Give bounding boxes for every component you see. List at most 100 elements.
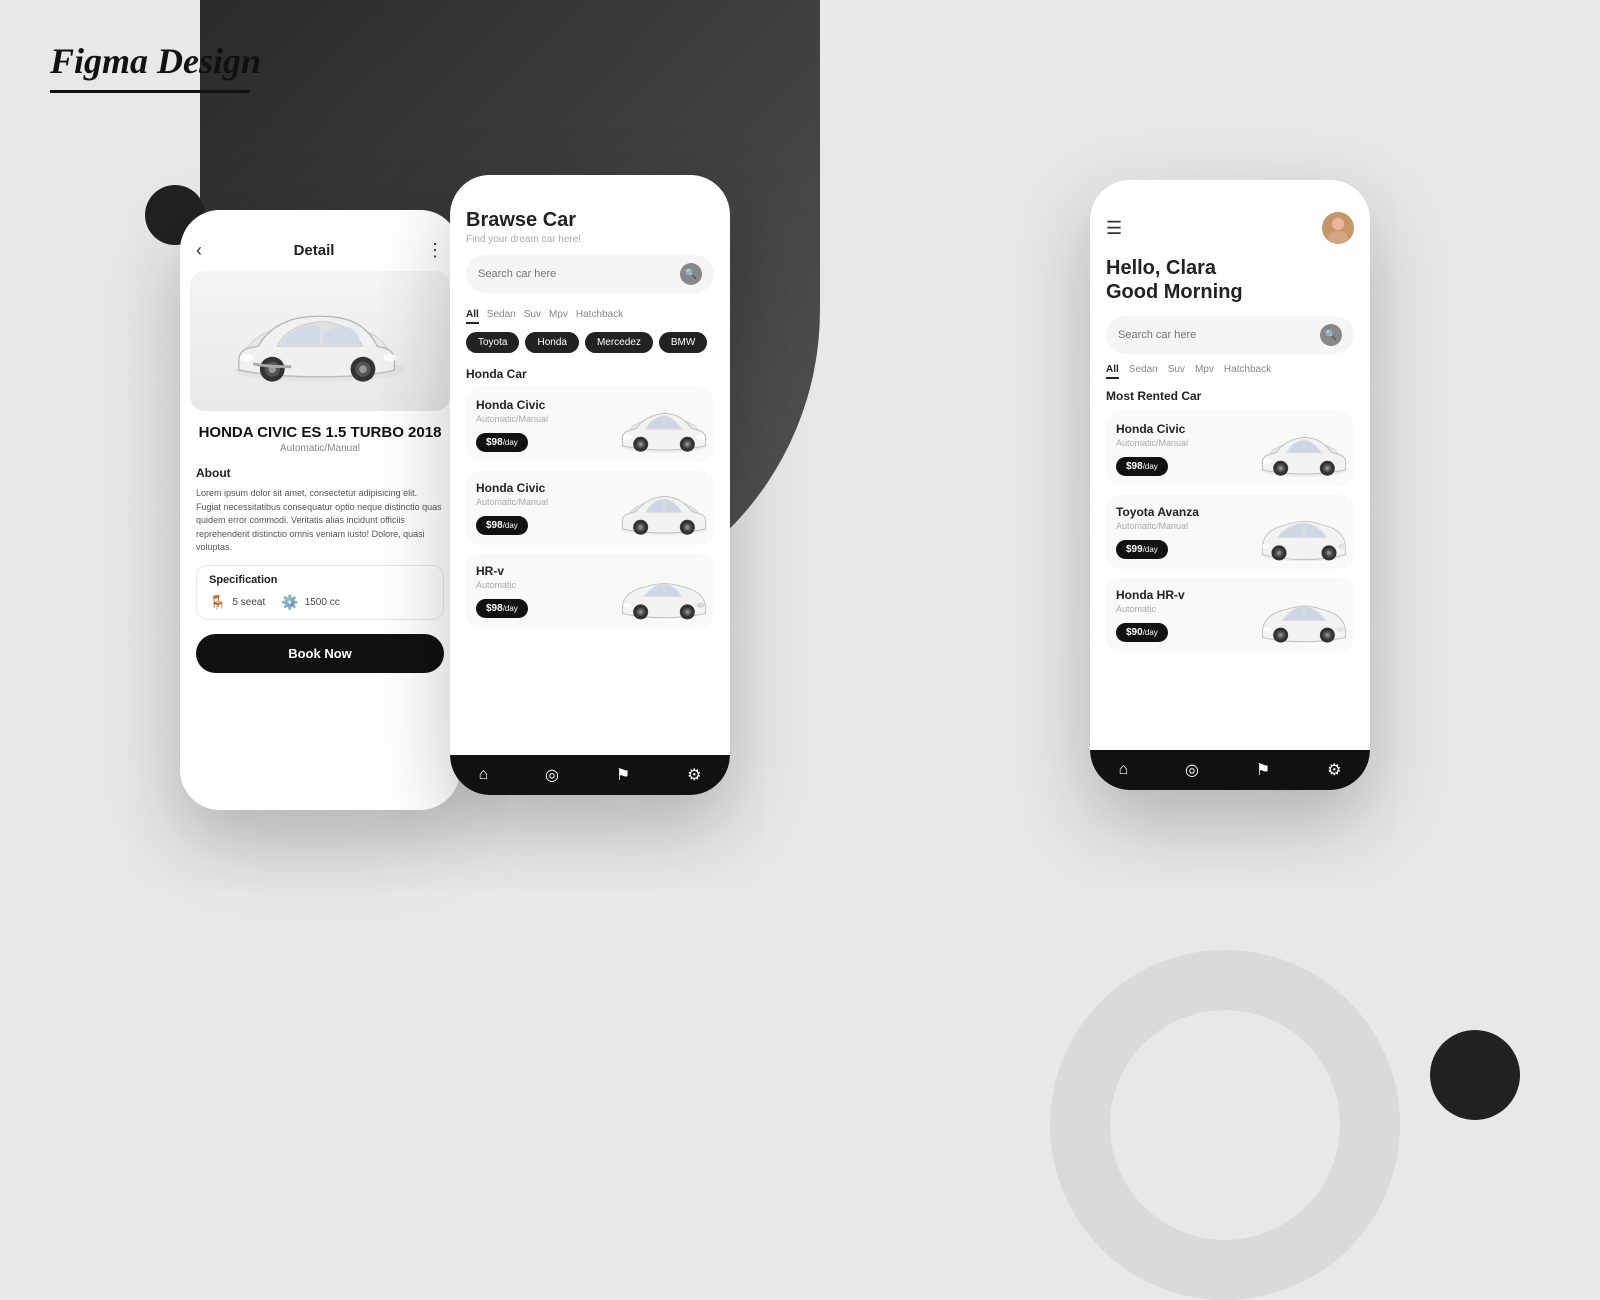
home-filter-mpv[interactable]: Mpv — [1195, 364, 1214, 379]
brand-toyota[interactable]: Toyota — [466, 332, 519, 353]
car-sub-2: Automatic/Manual — [476, 497, 548, 507]
browse-subtitle: Find your dream car here! — [466, 234, 714, 245]
home-car-info-2: Toyota Avanza Automatic/Manual $99/day — [1116, 505, 1199, 559]
home-nav-compass-icon[interactable]: ◎ — [1185, 760, 1199, 780]
home-nav-home-icon[interactable]: ⌂ — [1118, 761, 1128, 779]
filter-sedan[interactable]: Sedan — [487, 309, 516, 324]
home-car-name-1: Honda Civic — [1116, 422, 1188, 436]
car-civic-svg-1 — [614, 397, 714, 459]
nav-settings-icon[interactable]: ⚙ — [687, 765, 701, 785]
nav-bookmark-icon[interactable]: ⚑ — [616, 765, 630, 785]
home-price-1: $98/day — [1116, 457, 1168, 476]
detail-title: Detail — [294, 242, 335, 259]
home-header: ☰ — [1090, 200, 1370, 250]
greeting-hello: Hello, Clara — [1106, 256, 1354, 280]
home-car-sub-2: Automatic/Manual — [1116, 521, 1199, 531]
status-bar-browse — [450, 175, 730, 195]
home-search-box[interactable]: 🔍 — [1106, 316, 1354, 354]
home-filter-suv[interactable]: Suv — [1168, 364, 1185, 379]
car-sub-3: Automatic — [476, 580, 528, 590]
home-search-input[interactable] — [1118, 329, 1312, 341]
car-img-2 — [614, 480, 704, 535]
car-info-2: Honda Civic Automatic/Manual $98/day — [476, 481, 548, 535]
engine-icon: ⚙️ — [281, 594, 298, 611]
about-title: About — [180, 462, 460, 484]
nav-home-icon[interactable]: ⌂ — [478, 766, 488, 784]
home-car-sub-1: Automatic/Manual — [1116, 438, 1188, 448]
browse-search-input[interactable] — [478, 268, 672, 280]
car-img-1 — [614, 397, 704, 452]
home-car-card-2[interactable]: Toyota Avanza Automatic/Manual $99/day — [1106, 494, 1354, 569]
car-name-2: Honda Civic — [476, 481, 548, 495]
logo-underline — [50, 90, 250, 93]
seat-icon: 🪑 — [209, 594, 226, 611]
browse-car-card-3[interactable]: HR-v Automatic $98/day — [466, 553, 714, 628]
browse-title: Brawse Car — [466, 209, 714, 232]
nav-compass-icon[interactable]: ◎ — [545, 765, 559, 785]
car-info-1: Honda Civic Automatic/Manual $98/day — [476, 398, 548, 452]
status-bar-home — [1090, 180, 1370, 200]
hamburger-menu-icon[interactable]: ☰ — [1106, 218, 1122, 239]
brand-bmw[interactable]: BMW — [659, 332, 707, 353]
home-car-img-3 — [1254, 587, 1344, 642]
home-filter-hatchback[interactable]: Hatchback — [1224, 364, 1271, 379]
car-civic-svg-2 — [614, 480, 714, 542]
browse-filter-tabs: All Sedan Suv Mpv Hatchback — [450, 309, 730, 324]
home-price-3: $90/day — [1116, 623, 1168, 642]
seat-value: 5 seeat — [232, 597, 265, 608]
spec-items: 🪑 5 seeat ⚙️ 1500 cc — [209, 594, 431, 611]
home-car-sub-3: Automatic — [1116, 604, 1185, 614]
home-hrv-svg — [1254, 587, 1354, 649]
browse-car-card-2[interactable]: Honda Civic Automatic/Manual $98/day — [466, 470, 714, 545]
user-avatar[interactable] — [1322, 212, 1354, 244]
brand-mercedez[interactable]: Mercedez — [585, 332, 653, 353]
home-filter-all[interactable]: All — [1106, 364, 1119, 379]
home-civic-svg — [1254, 421, 1354, 483]
most-rented-title: Most Rented Car — [1090, 387, 1370, 411]
home-car-card-3[interactable]: Honda HR-v Automatic $90/day — [1106, 577, 1354, 652]
status-bar — [180, 210, 460, 230]
detail-car-svg — [215, 289, 425, 394]
filter-suv[interactable]: Suv — [524, 309, 541, 324]
car-img-hrv-browse — [614, 563, 704, 618]
back-button[interactable]: ‹ — [196, 240, 202, 261]
spec-title: Specification — [209, 574, 431, 586]
home-car-card-1[interactable]: Honda Civic Automatic/Manual $98/day — [1106, 411, 1354, 486]
bg-arc-bottom-right — [1050, 950, 1400, 1300]
detail-car-name: HONDA CIVIC ES 1.5 TURBO 2018 — [180, 416, 460, 443]
avatar-svg — [1322, 212, 1354, 244]
brand-chips: Toyota Honda Mercedez BMW — [450, 332, 730, 353]
search-icon: 🔍 — [680, 263, 702, 285]
browse-search-box[interactable]: 🔍 — [466, 255, 714, 293]
home-filter-sedan[interactable]: Sedan — [1129, 364, 1158, 379]
cc-value: 1500 cc — [305, 597, 340, 608]
filter-mpv[interactable]: Mpv — [549, 309, 568, 324]
home-car-name-3: Honda HR-v — [1116, 588, 1185, 602]
bg-circle-large — [1430, 1030, 1520, 1120]
engine-spec: ⚙️ 1500 cc — [281, 594, 339, 611]
phone-home: ☰ Hello, Clara Good Morning 🔍 All Sedan … — [1090, 180, 1370, 790]
greeting-morning: Good Morning — [1106, 280, 1354, 304]
home-search-icon: 🔍 — [1320, 324, 1342, 346]
price-badge-2: $98/day — [476, 516, 528, 535]
home-car-img-2 — [1254, 504, 1344, 559]
seat-spec: 🪑 5 seeat — [209, 594, 265, 611]
home-car-info-1: Honda Civic Automatic/Manual $98/day — [1116, 422, 1188, 476]
detail-header: ‹ Detail ⋮ — [180, 230, 460, 266]
book-now-button[interactable]: Book Now — [196, 634, 444, 673]
home-nav-settings-icon[interactable]: ⚙ — [1327, 760, 1341, 780]
browse-header: Brawse Car Find your dream car here! 🔍 — [450, 195, 730, 309]
home-car-list: Honda Civic Automatic/Manual $98/day — [1090, 411, 1370, 660]
home-nav-bookmark-icon[interactable]: ⚑ — [1256, 760, 1270, 780]
home-car-name-2: Toyota Avanza — [1116, 505, 1199, 519]
more-button[interactable]: ⋮ — [426, 240, 444, 261]
filter-hatchback[interactable]: Hatchback — [576, 309, 623, 324]
honda-section-title: Honda Car — [450, 363, 730, 387]
browse-car-card-1[interactable]: Honda Civic Automatic/Manual $98/day — [466, 387, 714, 462]
price-badge-3: $98/day — [476, 599, 528, 618]
filter-all[interactable]: All — [466, 309, 479, 324]
brand-honda[interactable]: Honda — [525, 332, 578, 353]
car-hrv-svg-browse — [614, 563, 714, 625]
greeting-section: Hello, Clara Good Morning — [1090, 250, 1370, 316]
about-description: Lorem ipsum dolor sit amet, consectetur … — [180, 484, 460, 561]
